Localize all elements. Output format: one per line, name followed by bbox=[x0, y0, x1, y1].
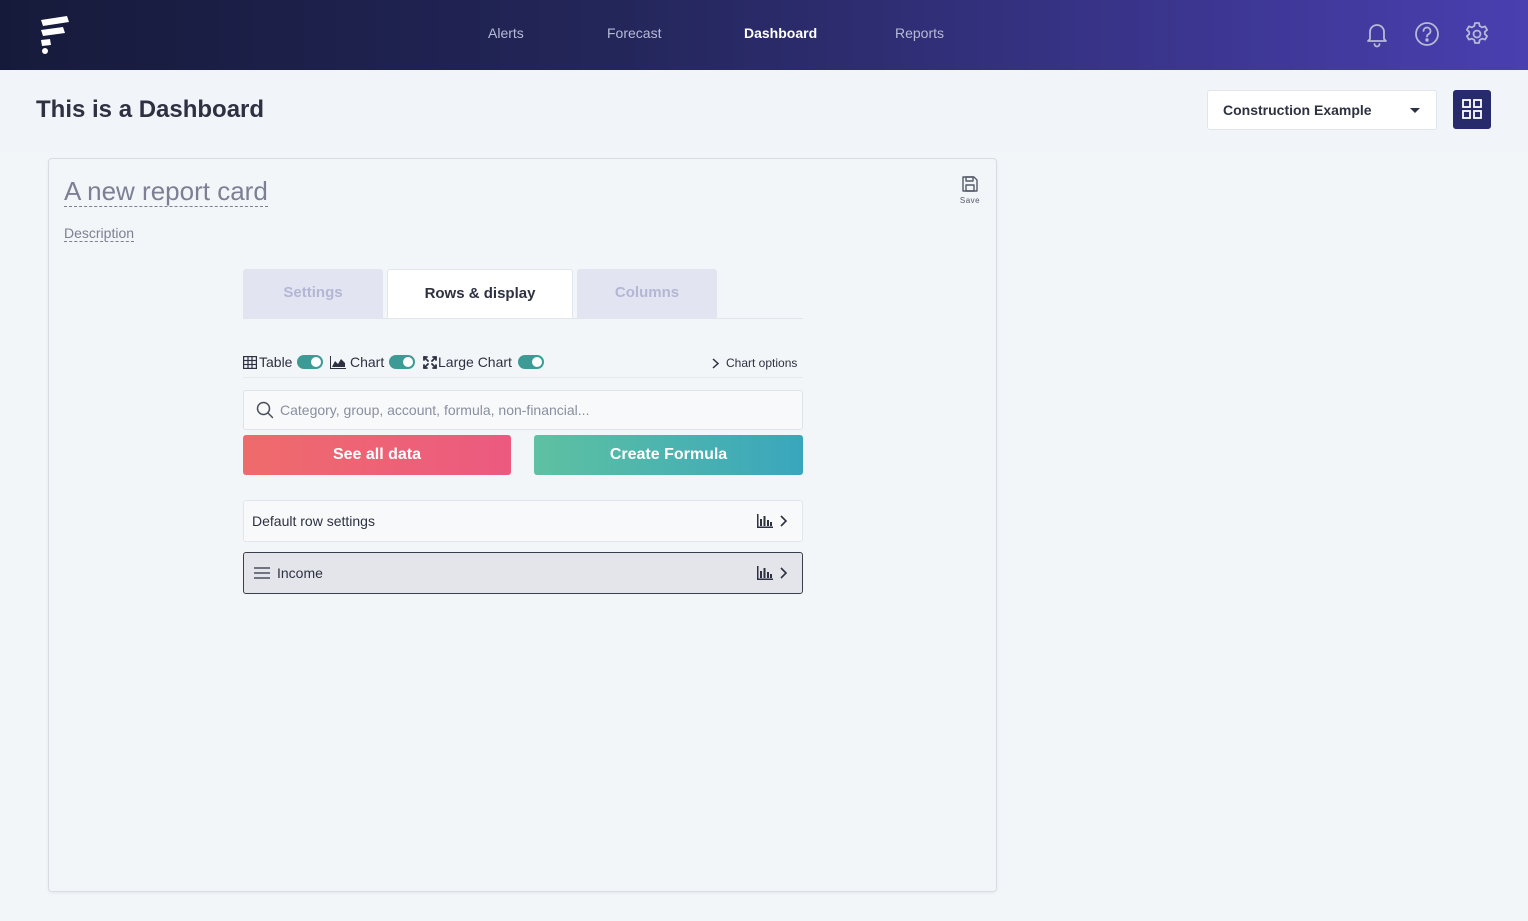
card-description[interactable]: Description bbox=[64, 225, 135, 242]
row-income[interactable]: Income bbox=[243, 552, 803, 594]
nav-alerts[interactable]: Alerts bbox=[488, 25, 524, 41]
table-toggle[interactable] bbox=[297, 355, 323, 369]
create-formula-button[interactable]: Create Formula bbox=[534, 435, 803, 475]
tab-divider bbox=[243, 318, 803, 319]
chart-toggle-label: Chart bbox=[350, 354, 385, 370]
display-toggles: Table Chart Large Chart Chart options bbox=[243, 352, 803, 378]
row-label: Default row settings bbox=[252, 513, 375, 529]
chevron-right-icon bbox=[712, 358, 719, 369]
table-icon bbox=[243, 356, 257, 369]
company-select[interactable]: Construction Example bbox=[1207, 90, 1437, 130]
see-all-data-button[interactable]: See all data bbox=[243, 435, 511, 475]
top-navigation-bar: Alerts Forecast Dashboard Reports bbox=[0, 0, 1528, 70]
nav-dashboard[interactable]: Dashboard bbox=[744, 25, 817, 41]
bell-icon[interactable] bbox=[1363, 20, 1391, 48]
chevron-right-icon bbox=[780, 515, 788, 527]
gear-icon[interactable] bbox=[1463, 20, 1491, 48]
save-button[interactable]: Save bbox=[955, 174, 985, 208]
save-label: Save bbox=[959, 196, 981, 205]
logo-icon[interactable] bbox=[38, 14, 72, 54]
caret-down-icon bbox=[1410, 108, 1420, 113]
chart-options-label: Chart options bbox=[726, 356, 798, 370]
chart-options-link[interactable]: Chart options bbox=[709, 354, 803, 372]
search-icon bbox=[256, 401, 274, 419]
tab-columns[interactable]: Columns bbox=[577, 269, 717, 319]
chart-toggle[interactable] bbox=[389, 355, 415, 369]
row-search bbox=[243, 390, 803, 430]
large-chart-toggle[interactable] bbox=[518, 355, 544, 369]
table-toggle-label: Table bbox=[259, 354, 293, 370]
expand-icon bbox=[423, 356, 437, 369]
help-icon[interactable] bbox=[1413, 20, 1441, 48]
large-chart-toggle-label: Large Chart bbox=[438, 354, 512, 370]
bar-chart-icon bbox=[757, 514, 773, 528]
floppy-disk-icon bbox=[962, 176, 978, 192]
search-input[interactable] bbox=[280, 391, 790, 429]
tab-rows-display[interactable]: Rows & display bbox=[387, 269, 573, 319]
card-title[interactable]: A new report card bbox=[64, 177, 268, 207]
chevron-right-icon bbox=[780, 567, 788, 579]
drag-handle-icon[interactable] bbox=[254, 567, 270, 579]
grid-icon bbox=[1462, 99, 1482, 119]
tab-settings[interactable]: Settings bbox=[243, 269, 383, 319]
row-label: Income bbox=[277, 565, 323, 581]
grid-view-button[interactable] bbox=[1453, 90, 1491, 129]
company-select-label: Construction Example bbox=[1223, 102, 1372, 118]
area-chart-icon bbox=[330, 356, 346, 369]
nav-forecast[interactable]: Forecast bbox=[607, 25, 661, 41]
nav-reports[interactable]: Reports bbox=[895, 25, 944, 41]
page-title: This is a Dashboard bbox=[36, 96, 265, 123]
bar-chart-icon bbox=[757, 566, 773, 580]
row-default-settings[interactable]: Default row settings bbox=[243, 500, 803, 542]
